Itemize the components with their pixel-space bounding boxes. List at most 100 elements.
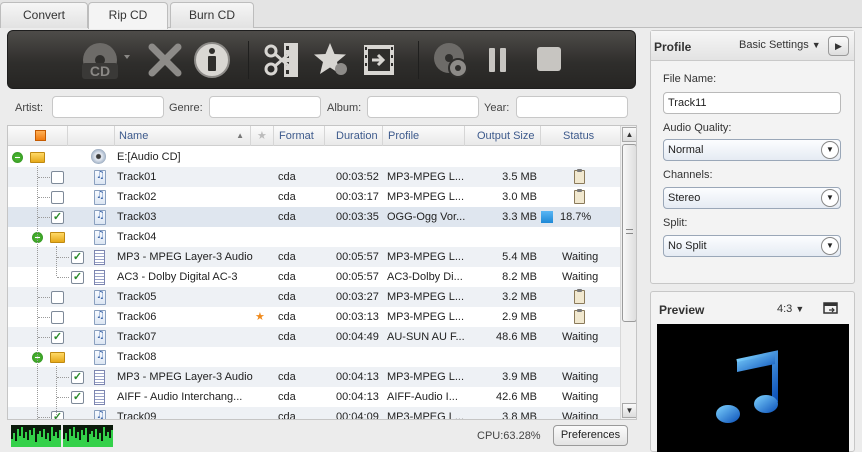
table-row[interactable]: Track04 <box>8 227 620 247</box>
file-name-field[interactable]: Track11 <box>663 92 841 114</box>
cd-info-row: Artist: Genre: Album: Year: <box>7 95 636 121</box>
merge-icon[interactable] <box>360 39 400 81</box>
status-header-label: Status <box>563 130 595 142</box>
audio-level-meter-left <box>11 425 61 447</box>
year-field[interactable] <box>516 96 628 118</box>
table-row[interactable]: E:[Audio CD] <box>8 147 620 167</box>
scroll-thumb[interactable] <box>622 144 636 322</box>
pause-icon[interactable] <box>482 39 514 81</box>
name-column-header[interactable]: Name ▲ <box>115 126 251 146</box>
table-row[interactable]: Track05 cda 00:03:27 MP3-MPEG L... 3.2 MB <box>8 287 620 307</box>
file-name-label: File Name: <box>663 73 717 85</box>
track-checkbox[interactable] <box>51 191 64 204</box>
rip-icon[interactable] <box>430 39 470 81</box>
track-format: cda <box>278 171 296 183</box>
output-file-icon <box>94 370 105 385</box>
track-format: cda <box>278 251 296 263</box>
table-row[interactable]: ✓ AIFF - Audio Interchang... cda 00:04:13 AI… <box>8 387 620 407</box>
tab-rip-cd[interactable]: Rip CD <box>88 2 168 29</box>
table-row[interactable]: ✓ AC3 - Dolby Digital AC-3 cda 00:05:57 AC3-… <box>8 267 620 287</box>
track-format: cda <box>278 331 296 343</box>
track-name: Track04 <box>117 231 157 243</box>
scroll-up-button[interactable]: ▲ <box>622 127 636 142</box>
audio-track-icon <box>94 170 106 185</box>
sort-up-icon: ▲ <box>236 131 244 140</box>
audio-quality-select[interactable]: Normal ▼ <box>663 139 841 161</box>
track-checkbox[interactable] <box>51 171 64 184</box>
split-select[interactable]: No Split ▼ <box>663 235 841 257</box>
column-header: Name ▲ ★ Format Duration Profile Output … <box>8 126 620 146</box>
tab-burn-cd[interactable]: Burn CD <box>170 2 254 28</box>
track-profile: MP3-MPEG L... <box>387 251 465 263</box>
track-name: Track05 <box>117 291 157 303</box>
tree-line <box>57 377 69 378</box>
select-all-checkbox[interactable] <box>35 130 46 141</box>
output-size-column-header[interactable]: Output Size <box>465 126 541 146</box>
table-row[interactable]: ✓ MP3 - MPEG Layer-3 Audio cda 00:05:57 MP3-… <box>8 247 620 267</box>
track-checkbox[interactable] <box>51 291 64 304</box>
folder-icon <box>50 352 65 363</box>
scroll-down-button[interactable]: ▼ <box>622 403 636 418</box>
artist-field[interactable] <box>52 96 164 118</box>
table-row[interactable]: ✓ MP3 - MPEG Layer-3 Audio cda 00:04:13 MP3-… <box>8 367 620 387</box>
tree-line <box>57 277 69 278</box>
duration-column-header[interactable]: Duration <box>325 126 383 146</box>
clip-icon[interactable] <box>262 39 302 81</box>
effect-icon[interactable] <box>310 39 350 81</box>
vertical-scrollbar[interactable]: ▲ ▼ <box>620 126 636 419</box>
track-checkbox[interactable]: ✓ <box>71 391 84 404</box>
cd-load-icon[interactable]: CD <box>78 39 138 81</box>
track-checkbox[interactable]: ✓ <box>51 411 64 419</box>
table-row[interactable]: Track08 <box>8 347 620 367</box>
chevron-down-icon: ▼ <box>821 237 839 255</box>
track-output-size: 3.2 MB <box>502 291 537 303</box>
format-column-header[interactable]: Format <box>274 126 325 146</box>
status-column-header[interactable]: Status <box>541 126 620 146</box>
table-row[interactable]: Track01 cda 00:03:52 MP3-MPEG L... 3.5 MB <box>8 167 620 187</box>
table-row[interactable]: Track06 ★ cda 00:03:13 MP3-MPEG L... 2.9 MB <box>8 307 620 327</box>
profile-column-header[interactable]: Profile <box>383 126 465 146</box>
track-format <box>278 147 323 167</box>
tab-label: Rip CD <box>108 8 148 22</box>
popout-icon[interactable] <box>823 301 839 315</box>
table-row[interactable]: Track02 cda 00:03:17 MP3-MPEG L... 3.0 MB <box>8 187 620 207</box>
delete-icon[interactable] <box>146 39 184 81</box>
track-name: Track03 <box>117 211 157 223</box>
genre-field[interactable] <box>209 96 321 118</box>
expand-panel-button[interactable]: ▶ <box>828 36 849 56</box>
track-duration: 00:04:13 <box>336 391 379 403</box>
track-checkbox[interactable]: ✓ <box>51 211 64 224</box>
collapse-toggle-icon[interactable] <box>12 152 23 163</box>
track-checkbox[interactable]: ✓ <box>71 371 84 384</box>
track-checkbox[interactable] <box>51 311 64 324</box>
select-all-column[interactable] <box>8 126 68 146</box>
track-profile: OGG-Ogg Vor... <box>387 211 465 223</box>
album-field[interactable] <box>367 96 479 118</box>
favorite-star-icon[interactable]: ★ <box>255 307 269 327</box>
table-row[interactable]: ✓ Track09 cda 00:04:09 MP3-MPEG L... 3.8 MB Wa… <box>8 407 620 419</box>
preview-title: Preview <box>659 303 705 317</box>
table-row[interactable]: ✓ Track07 cda 00:04:49 AU-SUN AU F... 48.6 MB… <box>8 327 620 347</box>
split-value: No Split <box>668 240 707 252</box>
tab-convert[interactable]: Convert <box>0 2 88 28</box>
preferences-button[interactable]: Preferences <box>553 425 628 446</box>
aspect-ratio-dropdown[interactable]: 4:3 ▼ <box>777 303 804 315</box>
track-profile: AIFF-Audio I... <box>387 391 458 403</box>
audio-track-icon <box>94 230 106 245</box>
info-icon[interactable] <box>192 39 232 81</box>
stop-icon[interactable] <box>532 39 566 81</box>
settings-mode-dropdown[interactable]: Basic Settings ▼ <box>739 39 821 51</box>
channels-select[interactable]: Stereo ▼ <box>663 187 841 209</box>
track-duration <box>336 347 386 367</box>
track-duration: 00:03:35 <box>336 211 379 223</box>
track-profile: MP3-MPEG L... <box>387 191 465 203</box>
track-checkbox[interactable]: ✓ <box>71 271 84 284</box>
track-checkbox[interactable]: ✓ <box>51 331 64 344</box>
table-row[interactable]: ✓ Track03 cda 00:03:35 OGG-Ogg Vor... 3.3 MB 1… <box>8 207 620 227</box>
star-column-header[interactable]: ★ <box>251 126 274 146</box>
audio-track-icon <box>94 210 106 225</box>
track-format: cda <box>278 291 296 303</box>
track-profile: MP3-MPEG L... <box>387 171 465 183</box>
track-format <box>278 347 323 367</box>
track-checkbox[interactable]: ✓ <box>71 251 84 264</box>
